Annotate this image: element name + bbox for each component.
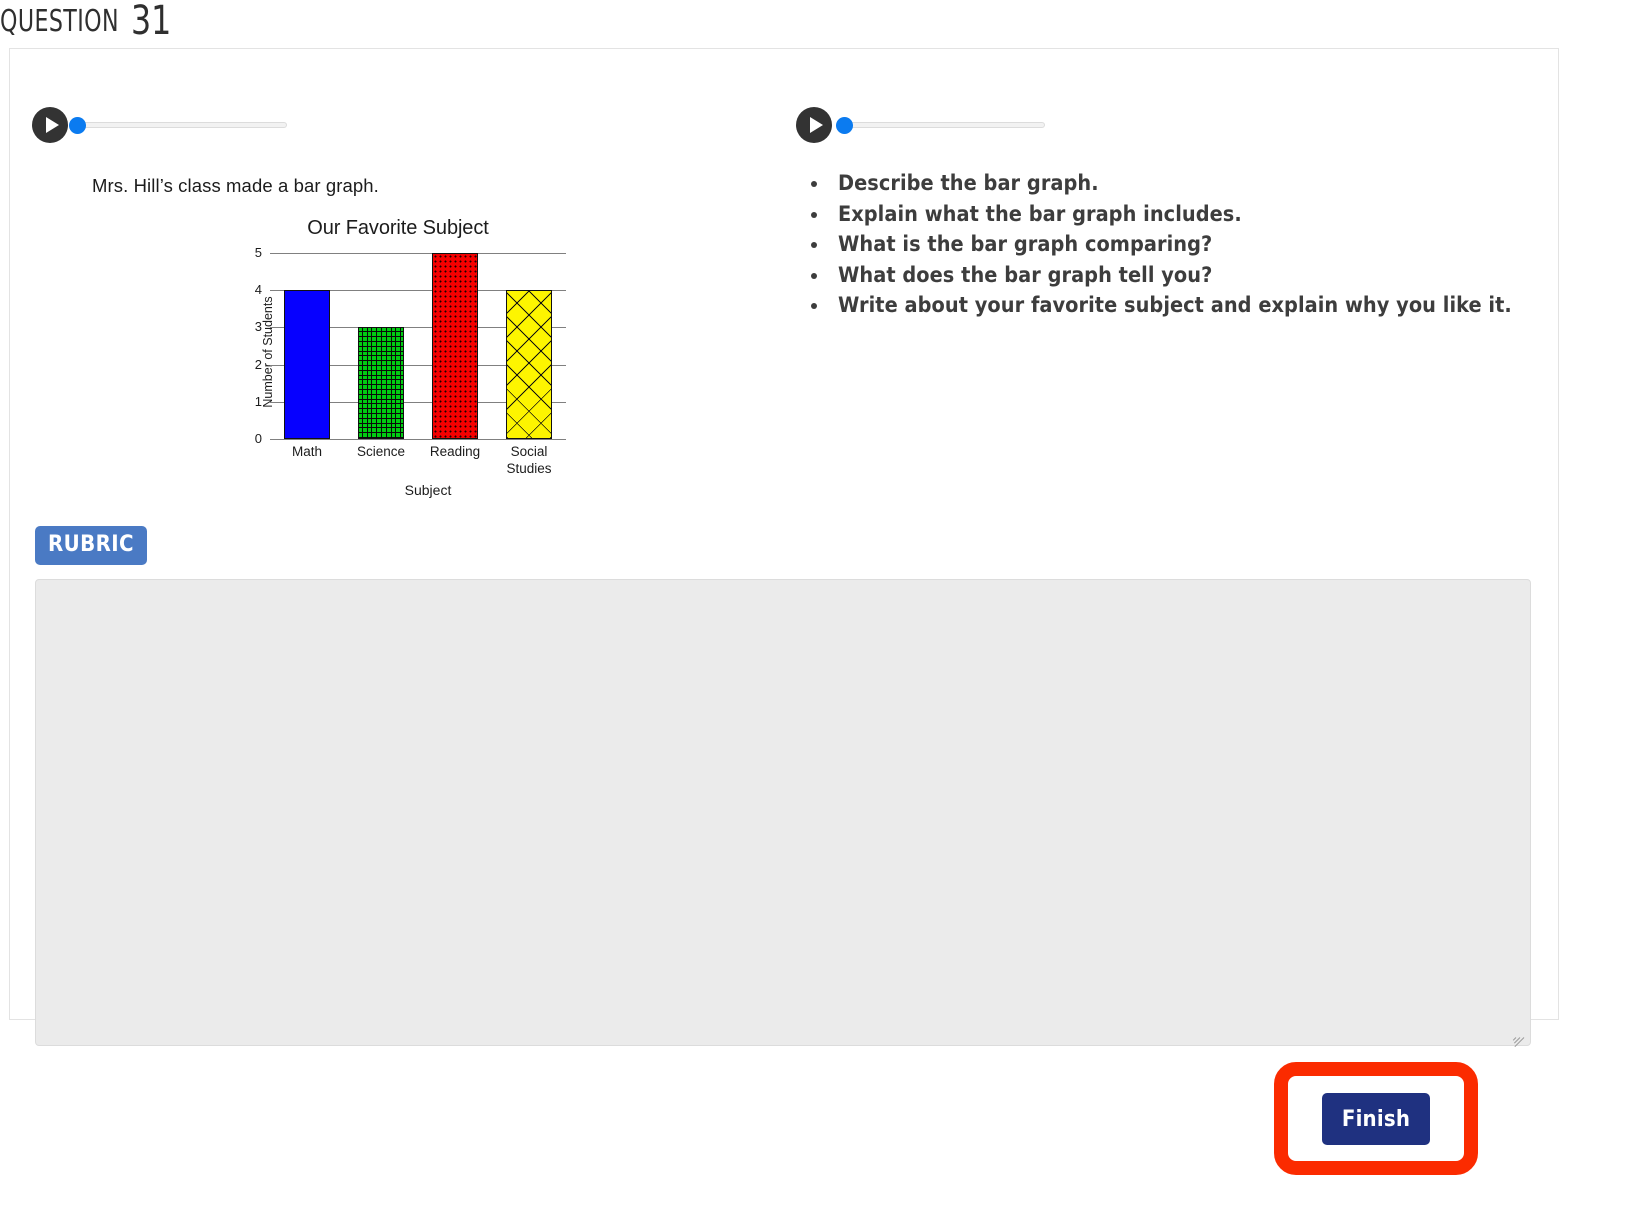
chart-y-tick: 5 (254, 245, 262, 260)
page-title: QUESTION 31 (0, 0, 177, 44)
task-bullet-item: What does the bar graph tell you? (830, 261, 1530, 292)
task-bullet-item: Explain what the bar graph includes. (830, 200, 1530, 231)
seek-track[interactable] (842, 122, 1045, 128)
chart-y-tick: 2 (254, 356, 262, 372)
chart-y-tick: 3 (254, 319, 262, 335)
question-label: QUESTION (0, 4, 119, 39)
play-icon[interactable] (796, 107, 832, 143)
answer-textarea[interactable] (35, 579, 1531, 1046)
play-triangle-icon (809, 117, 823, 133)
chart-x-tick: Reading (429, 444, 481, 459)
audio-seek-bar-passage[interactable] (69, 116, 287, 134)
chart-bar (432, 253, 478, 439)
rubric-button[interactable]: RUBRIC (35, 526, 147, 565)
chart-bar (358, 327, 404, 439)
chart-x-tick: Science (356, 444, 406, 459)
finish-button[interactable]: Finish (1322, 1093, 1430, 1145)
chart-x-tick: Social Studies (506, 444, 552, 476)
audio-player-passage[interactable] (32, 107, 287, 143)
play-icon[interactable] (32, 107, 68, 143)
seek-thumb[interactable] (69, 116, 86, 134)
chart-y-tick: 1 (254, 393, 262, 409)
task-bullet-item: Write about your favorite subject and ex… (830, 291, 1530, 322)
task-bullet-list: Describe the bar graph.Explain what the … (800, 169, 1530, 322)
bar-graph-figure: Our Favorite Subject Number of Students … (208, 217, 588, 512)
chart-title: Our Favorite Subject (307, 217, 489, 239)
chart-x-tick: Math (291, 444, 322, 459)
chart-x-axis-label: Subject (404, 482, 452, 498)
question-card: Mrs. Hill’s class made a bar graph. Our … (9, 48, 1559, 1048)
chart-bar (506, 290, 552, 439)
seek-thumb[interactable] (836, 116, 853, 134)
task-bullet-item: Describe the bar graph. (830, 169, 1530, 200)
audio-seek-bar-questions[interactable] (836, 116, 1045, 134)
seek-track[interactable] (75, 122, 287, 128)
prompt-sentence: Mrs. Hill’s class made a bar graph. (92, 175, 379, 196)
chart-bars (270, 253, 566, 439)
chart-bar (284, 290, 330, 439)
task-bullet-item: What is the bar graph comparing? (830, 230, 1530, 261)
chart-y-tick: 4 (254, 282, 262, 298)
chart-plot-area: 0 1 2 3 4 5 Math Science Reading Social Studies (255, 245, 566, 476)
question-number: 31 (131, 0, 172, 44)
audio-player-questions[interactable] (796, 107, 1045, 143)
chart-gridline (270, 439, 566, 440)
play-triangle-icon (45, 117, 59, 133)
chart-y-tick: 0 (254, 431, 262, 446)
assessment-page: QUESTION 31 Mrs. Hill’s class made a bar… (0, 0, 1627, 1223)
